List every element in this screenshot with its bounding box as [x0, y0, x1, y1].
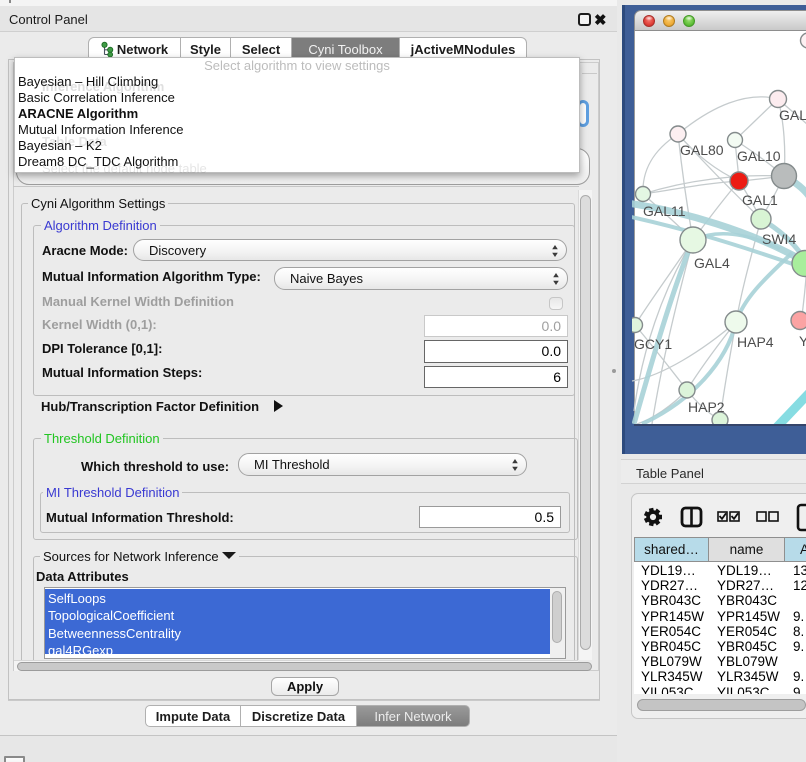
svg-text:GAL4: GAL4	[694, 255, 730, 271]
svg-text:GAL1: GAL1	[742, 192, 778, 208]
svg-text:HAP2: HAP2	[688, 399, 725, 415]
svg-text:GCY1: GCY1	[634, 336, 672, 352]
svg-text:GAL10: GAL10	[737, 148, 781, 164]
svg-text:Y: Y	[799, 333, 806, 349]
svg-text:GAL: GAL	[779, 107, 806, 123]
svg-text:GAL80: GAL80	[680, 142, 724, 158]
svg-text:SWI4: SWI4	[762, 231, 796, 247]
svg-text:GAL11: GAL11	[643, 203, 686, 219]
svg-text:HAP4: HAP4	[737, 334, 774, 350]
